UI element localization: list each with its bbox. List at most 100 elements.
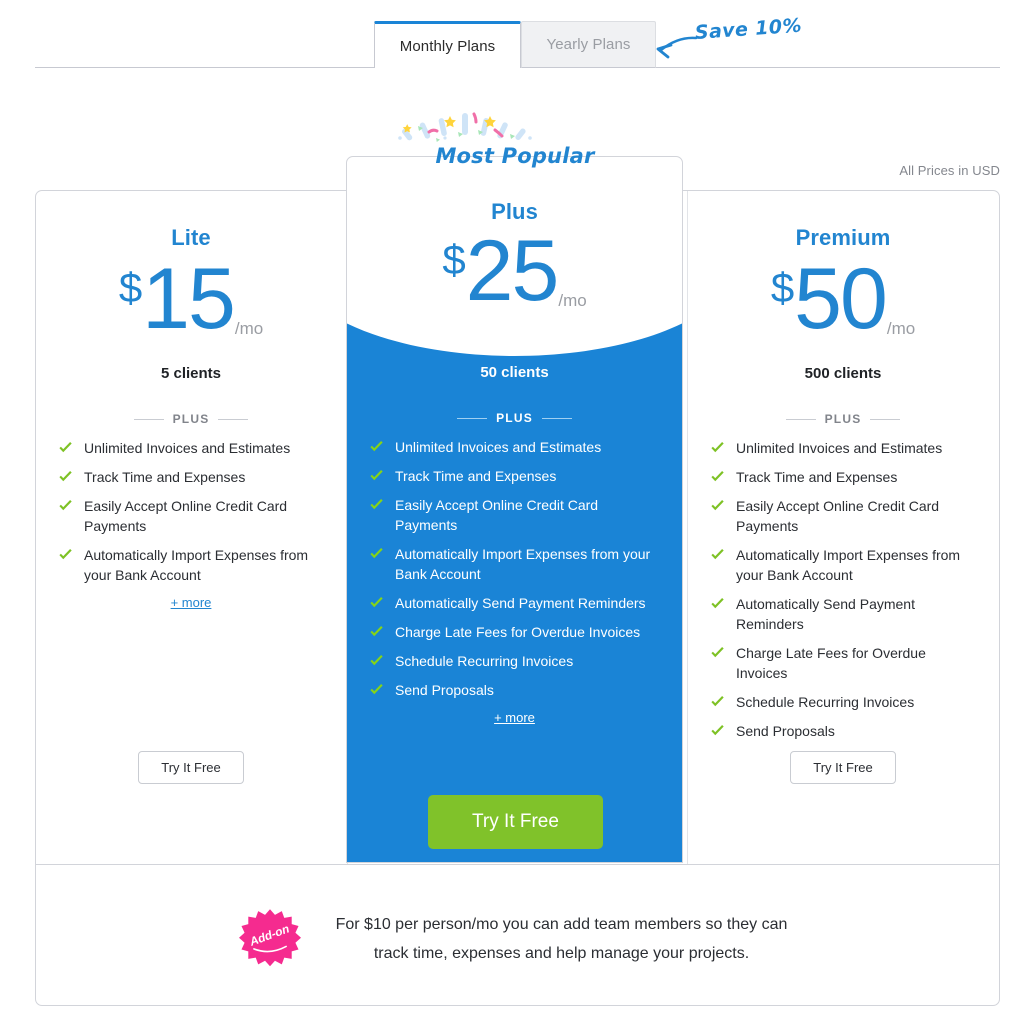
check-icon (711, 597, 724, 609)
feature-label: Unlimited Invoices and Estimates (84, 440, 291, 456)
tabbar-rule-right (656, 67, 1000, 68)
feature-label: Track Time and Expenses (395, 468, 557, 484)
more-wrap-plus: + more (347, 709, 682, 727)
price-period: /mo (234, 319, 264, 338)
feature-item: Automatically Send Payment Reminders (710, 594, 980, 634)
most-popular-badge: Most Popular (350, 108, 680, 170)
price-amount: 50 (794, 251, 888, 347)
tab-monthly-plans[interactable]: Monthly Plans (374, 21, 521, 68)
check-icon (370, 625, 383, 637)
tabbar-rule-left (35, 67, 375, 68)
feature-item: Send Proposals (369, 680, 664, 700)
tab-monthly-label: Monthly Plans (399, 37, 496, 55)
check-icon (711, 499, 724, 511)
cta-wrap-lite: Try It Free (36, 751, 346, 784)
cta-wrap-plus: Try It Free (347, 795, 682, 849)
feature-item: Easily Accept Online Credit Card Payment… (58, 496, 328, 536)
try-it-free-button-premium[interactable]: Try It Free (790, 751, 896, 784)
feature-item: Schedule Recurring Invoices (710, 692, 980, 712)
plan-clients-premium: 500 clients (804, 365, 882, 382)
feature-item: Track Time and Expenses (58, 467, 328, 487)
plan-name-lite: Lite (171, 225, 211, 250)
features-rule-right (218, 418, 249, 420)
feature-item: Easily Accept Online Credit Card Payment… (369, 495, 664, 535)
feature-item: Track Time and Expenses (710, 467, 980, 487)
plan-clients-lite: 5 clients (160, 365, 222, 382)
check-icon (59, 499, 72, 511)
check-icon (370, 440, 383, 452)
plan-card-plus-content: Plus $ 25 /mo 50 clients PLUS Unlimited … (347, 199, 682, 849)
plan-price-plus: $ 25 /mo (347, 223, 682, 325)
popular-rule-right (604, 155, 641, 157)
check-icon (711, 695, 724, 707)
curved-arrow-icon (656, 36, 698, 59)
try-it-free-button-plus[interactable]: Try It Free (428, 795, 603, 849)
feature-item: Automatically Import Expenses from your … (369, 544, 664, 584)
features-divider-lite: PLUS (36, 412, 346, 426)
price-currency: $ (770, 264, 795, 311)
check-icon (711, 470, 724, 482)
check-icon (370, 683, 383, 695)
features-divider-label: PLUS (496, 411, 533, 425)
feature-item: Charge Late Fees for Overdue Invoices (710, 643, 980, 683)
feature-item: Schedule Recurring Invoices (369, 651, 664, 671)
feature-item: Track Time and Expenses (369, 466, 664, 486)
check-icon (711, 548, 724, 560)
price-period: /mo (886, 319, 916, 338)
check-icon (370, 654, 383, 666)
check-icon (711, 646, 724, 658)
plan-card-premium: Premium $ 50 /mo 500 clients PLUS Unlimi… (688, 191, 998, 863)
features-rule-left (457, 417, 488, 419)
feature-item: Automatically Import Expenses from your … (710, 545, 980, 585)
price-currency: $ (442, 236, 466, 283)
feature-label: Unlimited Invoices and Estimates (395, 439, 602, 455)
tab-yearly-plans[interactable]: Yearly Plans (521, 21, 656, 68)
plan-price-premium: $ 50 /mo (688, 251, 998, 353)
feature-label: Charge Late Fees for Overdue Invoices (736, 645, 926, 681)
save-annotation-text: Save 10% (694, 14, 803, 44)
features-divider-plus: PLUS (347, 411, 682, 425)
plan-name-premium: Premium (795, 225, 891, 250)
check-icon (59, 548, 72, 560)
plan-card-plus: Plus $ 25 /mo 50 clients PLUS Unlimited … (346, 156, 683, 863)
check-icon (711, 724, 724, 736)
features-rule-right (541, 417, 572, 419)
plan-period-tabs: Monthly Plans Yearly Plans Save 10% (0, 0, 1024, 70)
price-amount: 25 (465, 223, 560, 319)
feature-item: Charge Late Fees for Overdue Invoices (369, 622, 664, 642)
feature-label: Automatically Import Expenses from your … (736, 547, 961, 583)
tab-yearly-label: Yearly Plans (546, 36, 631, 53)
confetti-icon (398, 112, 532, 142)
popular-rule-left (389, 155, 426, 157)
feature-label: Send Proposals (736, 723, 835, 739)
save-annotation: Save 10% (651, 15, 803, 64)
addon-description: For $10 per person/mo you can add team m… (335, 916, 788, 962)
more-link[interactable]: + more (171, 595, 212, 610)
feature-item: Automatically Import Expenses from your … (58, 545, 328, 585)
feature-list-plus: Unlimited Invoices and Estimates Track T… (347, 437, 682, 700)
features-rule-right (870, 418, 901, 420)
try-it-free-button-lite[interactable]: Try It Free (138, 751, 244, 784)
feature-label: Easily Accept Online Credit Card Payment… (395, 497, 599, 533)
feature-list-premium: Unlimited Invoices and Estimates Track T… (688, 438, 998, 741)
more-wrap-lite: + more (36, 594, 346, 612)
check-icon (711, 441, 724, 453)
check-icon (370, 596, 383, 608)
feature-item: Unlimited Invoices and Estimates (58, 438, 328, 458)
feature-list-lite: Unlimited Invoices and Estimates Track T… (36, 438, 346, 585)
feature-label: Send Proposals (395, 682, 494, 698)
check-icon (59, 470, 72, 482)
check-icon (370, 547, 383, 559)
features-rule-left (133, 418, 164, 420)
price-period: /mo (558, 291, 587, 310)
features-divider-label: PLUS (172, 412, 210, 426)
check-icon (370, 498, 383, 510)
feature-label: Schedule Recurring Invoices (736, 694, 915, 710)
feature-label: Schedule Recurring Invoices (395, 653, 574, 669)
feature-label: Easily Accept Online Credit Card Payment… (84, 498, 288, 534)
panel-footer-divider (36, 864, 999, 865)
more-link[interactable]: + more (494, 710, 535, 725)
pricing-page: Monthly Plans Yearly Plans Save 10% Most… (0, 0, 1024, 1020)
plan-price-lite: $ 15 /mo (36, 256, 346, 353)
feature-label: Automatically Import Expenses from your … (84, 547, 309, 583)
